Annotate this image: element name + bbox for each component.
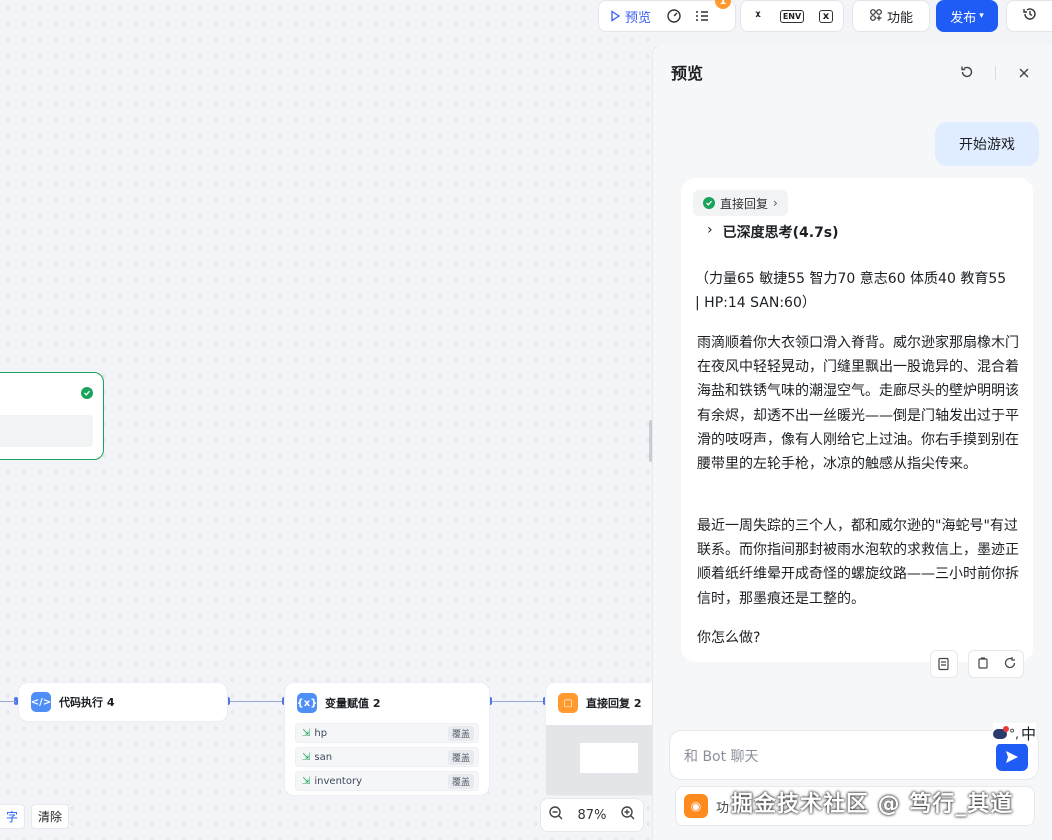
checklist-icon	[693, 7, 711, 25]
copy-retry-group	[968, 650, 1024, 678]
divider	[995, 66, 996, 80]
code-x-button[interactable]: x	[813, 1, 839, 31]
mode-tag: 覆盖	[447, 749, 474, 765]
bot-icon: ◉	[684, 794, 708, 818]
preview-button[interactable]: 预览	[599, 1, 661, 31]
panel-resize-handle[interactable]	[649, 420, 652, 462]
checklist-button[interactable]	[687, 1, 717, 31]
edge-code-var	[230, 701, 284, 702]
mode-tag: 覆盖	[447, 773, 474, 789]
speed-gauge-icon	[665, 7, 683, 25]
success-check-icon	[81, 387, 93, 399]
zoom-out-icon[interactable]	[548, 805, 564, 825]
reply-source-tag[interactable]: 直接回复 ›	[693, 190, 788, 216]
panel-title: 预览	[671, 64, 704, 83]
stats-text: （力量65 敏捷55 智力70 意志60 体质40 教育55 | HP:14 S…	[695, 271, 1007, 312]
preview-toolbar-group: 预览 1	[598, 0, 736, 32]
env-icon: ENV	[779, 9, 805, 23]
preview-panel: 预览 开始游戏 直接回复 › › 已深度思考(4.7s) （力量65 敏捷55 …	[652, 44, 1052, 840]
question-text: 你怎么做?	[697, 630, 761, 646]
history-icon[interactable]	[1022, 6, 1038, 26]
copy-icon[interactable]	[976, 655, 990, 674]
reply-icon: ▢	[558, 693, 578, 713]
reply-preview-thumbnail	[546, 725, 666, 795]
chat-input[interactable]	[684, 745, 984, 769]
story-paragraph: 雨滴顺着你大衣领口滑入脊背。威尔逊家那扇橡木门在夜风中轻轻晃动，门缝里飘出一股诡…	[697, 335, 1019, 473]
node-title: 代码执行 4	[59, 696, 115, 709]
check-circle-icon	[703, 197, 715, 209]
x-box-icon: x	[818, 9, 834, 23]
zoom-control: 87%	[540, 798, 644, 832]
mode-tag: 覆盖	[447, 725, 474, 741]
variable-icon: {x}	[297, 693, 317, 713]
variable-toolbar-group: ᵡ ENV x	[740, 0, 844, 32]
regenerate-icon[interactable]	[1003, 655, 1017, 674]
edge-var-reply	[490, 701, 546, 702]
zoom-level: 87%	[577, 807, 607, 823]
debug-button[interactable]	[661, 1, 687, 31]
var-row-inventory[interactable]: ⇲ inventory 覆盖	[295, 771, 479, 791]
notes-icon[interactable]	[930, 650, 958, 678]
variable-ref-icon: ⇲	[302, 751, 311, 763]
variable-button[interactable]: ᵡ	[745, 1, 771, 31]
send-button[interactable]	[996, 743, 1028, 771]
workflow-canvas[interactable]: </> 代码执行 4 {x} 变量赋值 2 ⇲ hp 覆盖 ⇲ san 覆盖 ⇲ in…	[0, 0, 666, 840]
chevron-right-icon: ›	[773, 196, 778, 210]
function-button[interactable]: 功能	[887, 7, 913, 26]
node-title: 直接回复 2	[586, 697, 642, 710]
node-title: 变量赋值 2	[325, 697, 381, 710]
variable-ref-icon: ⇲	[302, 775, 311, 787]
reset-icon[interactable]	[959, 64, 975, 84]
thinking-toggle[interactable]: › 已深度思考(4.7s)	[707, 222, 839, 242]
start-node[interactable]	[0, 372, 104, 460]
function-toolbar-group: 功能	[852, 0, 930, 32]
notification-badge: 1	[715, 0, 731, 9]
close-icon[interactable]	[1017, 65, 1031, 84]
story-paragraph: 最近一周失踪的三个人，都和威尔逊的"海蛇号"有过联系。而你指间那封被雨水泡软的求…	[697, 518, 1019, 607]
variable-x-icon: ᵡ	[755, 8, 761, 24]
direct-reply-node[interactable]: ▢ 直接回复 2	[545, 682, 666, 796]
history-group	[1006, 0, 1052, 32]
play-icon	[611, 10, 621, 22]
clear-button[interactable]: 清除	[31, 804, 70, 829]
chat-input-box: °, 中	[669, 723, 1039, 780]
variable-assign-node[interactable]: {x} 变量赋值 2 ⇲ hp 覆盖 ⇲ san 覆盖 ⇲ inventory 覆盖	[284, 682, 490, 796]
var-row-hp[interactable]: ⇲ hp 覆盖	[295, 723, 479, 743]
var-row-san[interactable]: ⇲ san 覆盖	[295, 747, 479, 767]
save-button[interactable]: 字	[0, 804, 26, 829]
message-actions	[930, 650, 1024, 680]
bottom-left-actions: 字 清除	[0, 804, 70, 829]
watermark-text: 掘金技术社区 @ 笃行_其道	[731, 792, 1014, 817]
chevron-down-icon: ▾	[979, 11, 984, 21]
publish-button[interactable]: 发布 ▾	[936, 0, 998, 32]
zoom-in-icon[interactable]	[620, 805, 636, 825]
variable-ref-icon: ⇲	[302, 727, 311, 739]
code-execution-node[interactable]: </> 代码执行 4	[18, 682, 228, 722]
ime-logo-icon	[993, 725, 1010, 739]
function-icon	[869, 7, 883, 26]
bot-message: 直接回复 › › 已深度思考(4.7s) （力量65 敏捷55 智力70 意志6…	[681, 178, 1033, 662]
user-message: 开始游戏	[935, 122, 1039, 166]
chevron-right-icon: ›	[707, 222, 713, 238]
edge-left	[0, 701, 16, 702]
node-body	[0, 415, 93, 447]
env-button[interactable]: ENV	[779, 1, 805, 31]
code-icon: </>	[31, 692, 51, 712]
send-icon	[1006, 751, 1018, 763]
ime-indicator: °, 中	[993, 723, 1036, 744]
